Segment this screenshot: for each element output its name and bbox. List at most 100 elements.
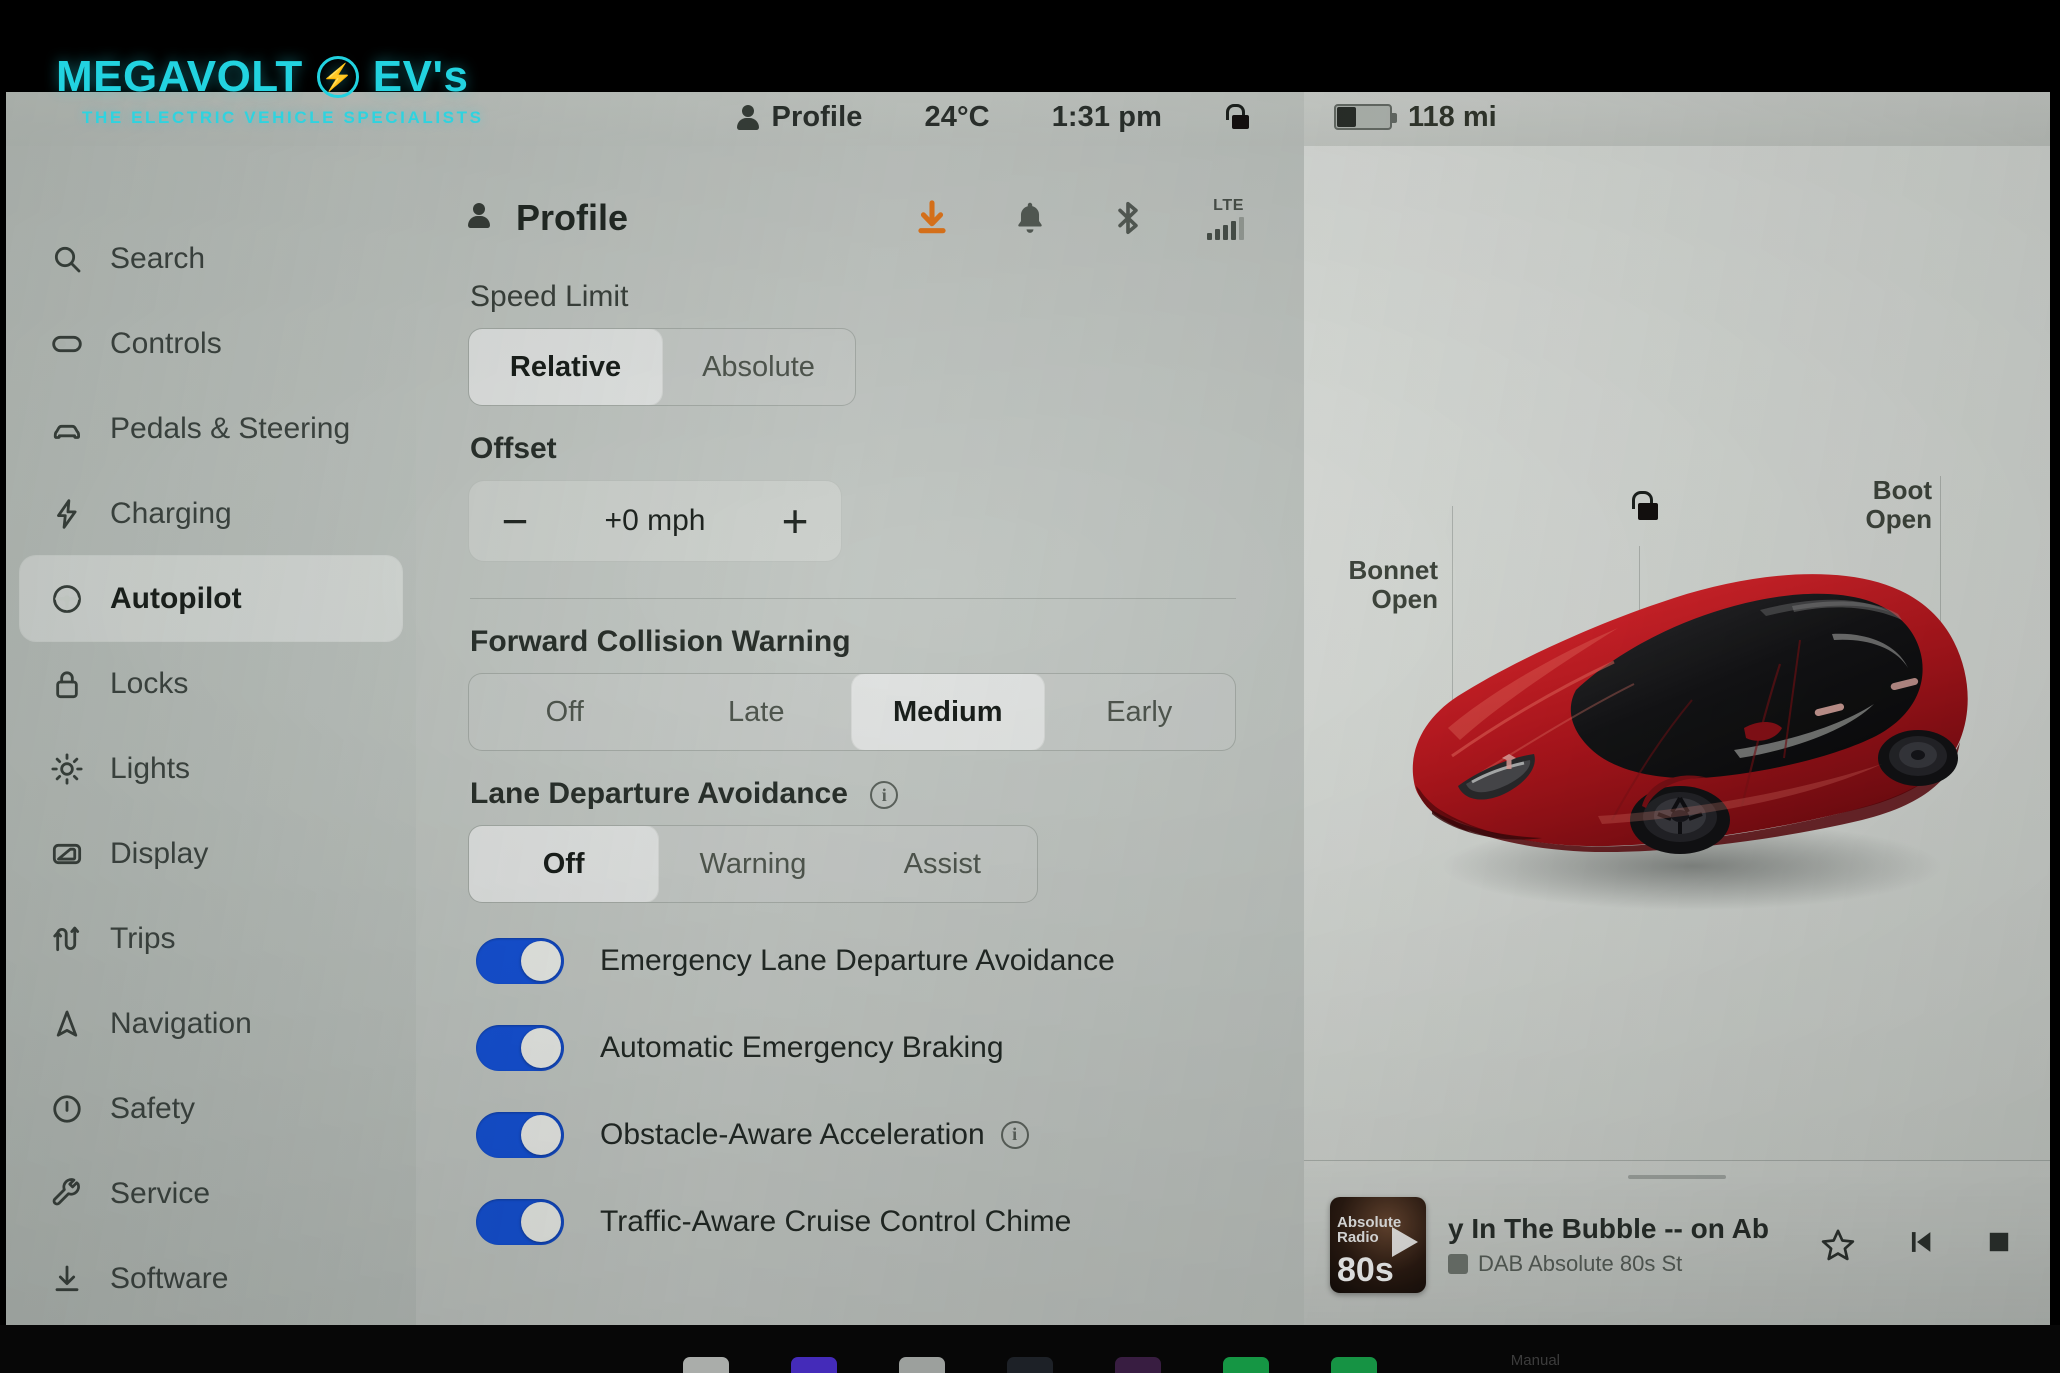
info-icon[interactable]: i bbox=[870, 781, 899, 810]
status-bar-range: 118 mi bbox=[1304, 88, 2050, 146]
dock-app-icon[interactable] bbox=[1223, 1357, 1269, 1373]
stop-icon[interactable] bbox=[1982, 1225, 2016, 1264]
unlocked-padlock-icon[interactable] bbox=[1224, 104, 1250, 130]
lock-icon bbox=[50, 667, 84, 701]
toggle-label-text: Obstacle-Aware Acceleration bbox=[600, 1117, 985, 1151]
toggle-obstacle-aware-acceleration[interactable] bbox=[476, 1111, 564, 1158]
car-visualization-panel: Bonnet Open Boot Open Absolute Radio 80s… bbox=[1304, 146, 2050, 1328]
toggle-row[interactable]: Traffic-Aware Cruise Control Chime bbox=[468, 1178, 1304, 1265]
offset-label: Offset bbox=[470, 432, 557, 465]
status-profile-label: Profile bbox=[771, 100, 863, 133]
settings-sidebar[interactable]: Search Controls Pedals & Steering Chargi… bbox=[6, 146, 416, 1328]
dab-source-icon bbox=[1448, 1253, 1468, 1274]
media-station: DAB Absolute 80s St bbox=[1448, 1251, 1798, 1277]
media-track-title: y In The Bubble -- on Ab bbox=[1448, 1212, 1769, 1244]
person-icon bbox=[736, 105, 759, 130]
alert-circle-icon bbox=[50, 1092, 84, 1126]
info-icon[interactable]: i bbox=[1000, 1120, 1029, 1149]
lda-option-warning[interactable]: Warning bbox=[658, 826, 847, 902]
speed-limit-option-relative[interactable]: Relative bbox=[469, 329, 662, 405]
sidebar-item-software[interactable]: Software bbox=[20, 1236, 402, 1321]
previous-track-icon[interactable] bbox=[1902, 1225, 1936, 1264]
offset-increase-button[interactable]: + bbox=[749, 494, 841, 548]
sidebar-item-display[interactable]: Display bbox=[20, 811, 402, 896]
sidebar-item-navigation[interactable]: Navigation bbox=[20, 981, 402, 1066]
toggle-automatic-emergency-braking[interactable] bbox=[476, 1024, 564, 1071]
lane-departure-avoidance-text: Lane Departure Avoidance bbox=[470, 777, 848, 810]
sidebar-item-autopilot[interactable]: Autopilot bbox=[20, 556, 402, 641]
navigation-arrow-icon bbox=[50, 1007, 84, 1041]
speed-limit-segmented-control[interactable]: Relative Absolute bbox=[468, 328, 856, 406]
media-controls[interactable] bbox=[1820, 1225, 2024, 1264]
screen-bezel-right bbox=[2050, 0, 2060, 1373]
car-icon bbox=[50, 412, 84, 446]
forward-collision-warning-segmented-control[interactable]: Off Late Medium Early bbox=[468, 673, 1236, 751]
sidebar-label: Software bbox=[110, 1261, 229, 1295]
sidebar-label: Navigation bbox=[110, 1006, 252, 1040]
lda-option-assist[interactable]: Assist bbox=[848, 826, 1037, 902]
sidebar-item-safety[interactable]: Safety bbox=[20, 1066, 402, 1151]
media-station-label: DAB Absolute 80s St bbox=[1478, 1250, 1683, 1276]
toggle-row[interactable]: Emergency Lane Departure Avoidance bbox=[468, 917, 1304, 1004]
panel-status-icons: LTE bbox=[913, 197, 1304, 240]
status-time: 1:31 pm bbox=[1051, 100, 1162, 133]
sidebar-item-trips[interactable]: Trips bbox=[20, 896, 402, 981]
lane-departure-avoidance-segmented-control[interactable]: Off Warning Assist bbox=[468, 825, 1038, 903]
search-icon bbox=[50, 242, 84, 276]
screen-bezel-top bbox=[0, 0, 2060, 92]
album-art-line3: 80s bbox=[1337, 1250, 1394, 1289]
bell-icon[interactable] bbox=[1011, 198, 1051, 240]
fcw-option-off[interactable]: Off bbox=[469, 674, 661, 750]
play-triangle-icon bbox=[1392, 1226, 1418, 1257]
sidebar-item-locks[interactable]: Locks bbox=[20, 641, 402, 726]
dock-app-icon[interactable] bbox=[683, 1357, 729, 1373]
app-dock[interactable]: Manual bbox=[0, 1325, 2060, 1373]
toggle-label: Obstacle-Aware Acceleration i bbox=[600, 1118, 1029, 1152]
dock-app-icon[interactable] bbox=[1331, 1357, 1377, 1373]
dock-app-icon[interactable] bbox=[791, 1357, 837, 1373]
bluetooth-icon[interactable] bbox=[1109, 198, 1149, 240]
album-art[interactable]: Absolute Radio 80s bbox=[1330, 1196, 1426, 1293]
status-profile-button[interactable]: Profile bbox=[736, 100, 863, 134]
status-bar: Profile 24°C 1:31 pm bbox=[6, 88, 1304, 146]
fcw-option-early[interactable]: Early bbox=[1044, 674, 1236, 750]
speed-limit-option-absolute[interactable]: Absolute bbox=[662, 329, 855, 405]
sidebar-item-charging[interactable]: Charging bbox=[20, 471, 402, 556]
tesla-touchscreen-photo: Profile 24°C 1:31 pm 118 mi Search Contr… bbox=[0, 0, 2060, 1373]
section-divider bbox=[470, 598, 1236, 599]
dock-app-icon[interactable] bbox=[899, 1357, 945, 1373]
sidebar-item-search[interactable]: Search bbox=[20, 216, 402, 301]
sidebar-label: Lights bbox=[110, 751, 191, 785]
sidebar-item-service[interactable]: Service bbox=[20, 1151, 402, 1236]
dock-label: Manual bbox=[1510, 1352, 1560, 1369]
offset-stepper[interactable]: − +0 mph + bbox=[468, 480, 842, 562]
toggle-emergency-lane-departure-avoidance[interactable] bbox=[476, 937, 564, 984]
offset-value: +0 mph bbox=[604, 504, 706, 537]
sidebar-label: Display bbox=[110, 836, 209, 870]
toggle-label: Traffic-Aware Cruise Control Chime bbox=[600, 1204, 1072, 1238]
sidebar-label: Locks bbox=[110, 666, 189, 700]
fcw-option-medium[interactable]: Medium bbox=[852, 674, 1044, 750]
sidebar-label: Search bbox=[110, 241, 206, 275]
sidebar-item-pedals-steering[interactable]: Pedals & Steering bbox=[20, 386, 402, 471]
range-value: 118 mi bbox=[1408, 100, 1497, 133]
cellular-signal-icon[interactable]: LTE bbox=[1207, 197, 1244, 240]
status-temperature[interactable]: 24°C bbox=[924, 101, 989, 134]
offset-decrease-button[interactable]: − bbox=[469, 494, 561, 548]
software-update-download-icon[interactable] bbox=[913, 198, 953, 240]
toggle-row[interactable]: Obstacle-Aware Acceleration i bbox=[468, 1091, 1304, 1178]
fcw-option-late[interactable]: Late bbox=[661, 674, 853, 750]
lane-departure-avoidance-label: Lane Departure Avoidance i bbox=[470, 777, 1304, 811]
lda-option-off[interactable]: Off bbox=[469, 826, 659, 902]
dock-app-icon[interactable] bbox=[1007, 1357, 1053, 1373]
sidebar-item-controls[interactable]: Controls bbox=[20, 301, 402, 386]
sidebar-label: Trips bbox=[110, 921, 176, 955]
media-player[interactable]: Absolute Radio 80s y In The Bubble -- on… bbox=[1304, 1160, 2050, 1328]
sidebar-label: Charging bbox=[110, 496, 232, 530]
star-icon[interactable] bbox=[1820, 1227, 1856, 1263]
forward-collision-warning-label: Forward Collision Warning bbox=[470, 625, 851, 658]
toggle-row[interactable]: Automatic Emergency Braking bbox=[468, 1004, 1304, 1091]
dock-app-icon[interactable] bbox=[1115, 1357, 1161, 1373]
sidebar-item-lights[interactable]: Lights bbox=[20, 726, 402, 811]
toggle-traffic-aware-cruise-control-chime[interactable] bbox=[476, 1198, 564, 1245]
